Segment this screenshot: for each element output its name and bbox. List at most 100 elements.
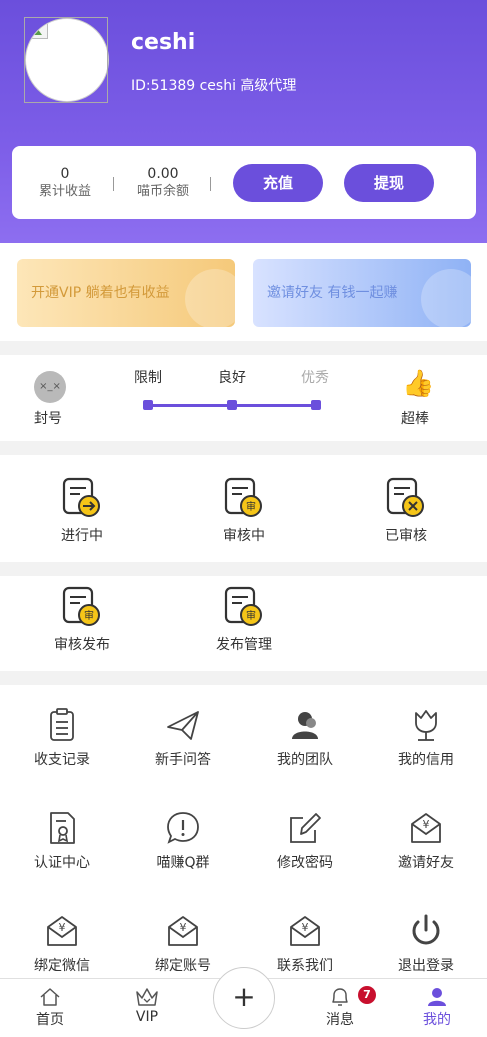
invite-banner-text: 邀请好友 有钱一起赚 bbox=[267, 285, 398, 301]
earnings-value: 0 bbox=[60, 166, 70, 182]
doc-review-icon: 审 bbox=[224, 586, 262, 626]
credit-dot bbox=[227, 400, 237, 410]
level-restricted: 限制 bbox=[134, 370, 162, 386]
tab-vip[interactable]: VIP bbox=[117, 987, 177, 1025]
tab-home-label: 首页 bbox=[36, 1012, 64, 1028]
menu-label: 邀请好友 bbox=[398, 855, 454, 871]
messages-badge: 7 bbox=[358, 986, 376, 1004]
invite-banner[interactable]: 邀请好友 有钱一起赚 bbox=[253, 259, 471, 327]
menu-verification[interactable]: 认证中心 bbox=[22, 810, 102, 872]
money-envelope-icon: ¥ bbox=[47, 916, 77, 946]
vip-banner-text: 开通VIP 躺着也有收益 bbox=[31, 285, 170, 301]
tab-me[interactable]: 我的 bbox=[407, 987, 467, 1029]
crown-icon bbox=[136, 988, 158, 1006]
menu-label: 新手问答 bbox=[155, 752, 211, 768]
balance-label: 喵币余额 bbox=[136, 184, 189, 199]
tab-me-label: 我的 bbox=[423, 1012, 451, 1028]
svg-text:审: 审 bbox=[246, 609, 256, 622]
menu-bind-account[interactable]: ¥ 绑定账号 bbox=[143, 913, 223, 975]
review-publish-label: 审核发布 bbox=[54, 637, 110, 653]
withdraw-button[interactable]: 提现 bbox=[344, 164, 434, 202]
divider bbox=[210, 177, 211, 191]
doc-review-icon: 审 bbox=[62, 586, 100, 626]
earnings-stat: 0 累计收益 bbox=[34, 166, 96, 200]
menu-label: 退出登录 bbox=[398, 958, 454, 974]
menu-grid: 收支记录 新手问答 我的团队 我的信用 认证中心 喵赚Q群 修改密码 ¥ 邀请好… bbox=[0, 685, 487, 978]
broken-image-icon bbox=[28, 21, 48, 39]
credit-dot bbox=[311, 400, 321, 410]
menu-label: 绑定账号 bbox=[155, 958, 211, 974]
menu-label: 收支记录 bbox=[34, 752, 90, 768]
recharge-button[interactable]: 充值 bbox=[233, 164, 323, 202]
menu-label: 修改密码 bbox=[277, 855, 333, 871]
menu-invite-friends[interactable]: ¥ 邀请好友 bbox=[386, 810, 466, 872]
menu-my-credit[interactable]: 我的信用 bbox=[386, 707, 466, 769]
publish-manage-label: 发布管理 bbox=[216, 637, 272, 653]
tulip-icon bbox=[415, 710, 437, 741]
svg-text:¥: ¥ bbox=[302, 921, 309, 934]
wallet-card: 0 累计收益 0.00 喵币余额 充值 提现 bbox=[12, 146, 476, 219]
task-reviewed-label: 已审核 bbox=[385, 528, 427, 544]
menu-change-password[interactable]: 修改密码 bbox=[265, 810, 345, 872]
money-envelope-icon: ¥ bbox=[168, 916, 198, 946]
user-icon bbox=[428, 988, 446, 1006]
clipboard-icon bbox=[50, 708, 74, 741]
paper-plane-icon bbox=[167, 711, 199, 740]
thumbs-up-icon: 👍 bbox=[402, 369, 435, 399]
publish-manage[interactable]: 审 发布管理 bbox=[210, 586, 278, 654]
svg-text:¥: ¥ bbox=[59, 921, 66, 934]
menu-contact-us[interactable]: ¥ 联系我们 bbox=[265, 913, 345, 975]
task-reviewing[interactable]: 审 审核中 bbox=[214, 477, 274, 545]
certificate-icon bbox=[50, 812, 75, 844]
menu-bind-wechat[interactable]: ¥ 绑定微信 bbox=[22, 913, 102, 975]
menu-label: 认证中心 bbox=[34, 855, 90, 871]
tab-vip-label: VIP bbox=[135, 1009, 159, 1025]
team-icon bbox=[292, 712, 318, 739]
task-reviewing-label: 审核中 bbox=[223, 528, 265, 544]
username: ceshi bbox=[131, 30, 196, 55]
review-publish[interactable]: 审 审核发布 bbox=[48, 586, 116, 654]
alert-bubble-icon bbox=[167, 812, 199, 844]
svg-text:审: 审 bbox=[84, 609, 94, 622]
doc-review-icon: 审 bbox=[224, 477, 262, 517]
puzzle-icon bbox=[185, 269, 235, 327]
menu-label: 我的团队 bbox=[277, 752, 333, 768]
task-reviewed[interactable]: 已审核 bbox=[376, 477, 436, 545]
level-excellent: 优秀 bbox=[301, 370, 329, 386]
doc-arrow-icon bbox=[62, 477, 100, 517]
menu-income-records[interactable]: 收支记录 bbox=[22, 707, 102, 769]
earnings-label: 累计收益 bbox=[38, 184, 91, 199]
promo-banners: 开通VIP 躺着也有收益 邀请好友 有钱一起赚 bbox=[0, 243, 487, 341]
user-id-line: ID:51389 ceshi 高级代理 bbox=[131, 78, 297, 94]
bell-icon bbox=[332, 988, 348, 1006]
menu-my-team[interactable]: 我的团队 bbox=[265, 707, 345, 769]
avatar[interactable] bbox=[25, 18, 109, 102]
tab-messages-label: 消息 bbox=[326, 1012, 354, 1028]
menu-logout[interactable]: 退出登录 bbox=[386, 913, 466, 975]
menu-label: 联系我们 bbox=[277, 958, 333, 974]
svg-text:¥: ¥ bbox=[180, 921, 187, 934]
menu-faq[interactable]: 新手问答 bbox=[143, 707, 223, 769]
menu-label: 我的信用 bbox=[398, 752, 454, 768]
doc-x-icon bbox=[386, 477, 424, 517]
great-label: 超棒 bbox=[401, 411, 429, 427]
home-icon bbox=[40, 988, 60, 1006]
tab-home[interactable]: 首页 bbox=[20, 987, 80, 1029]
credit-dot bbox=[143, 400, 153, 410]
task-status-section: 进行中 审 审核中 已审核 bbox=[0, 455, 487, 562]
add-button[interactable]: + bbox=[213, 967, 275, 1029]
menu-label: 喵赚Q群 bbox=[156, 855, 210, 871]
menu-qq-group[interactable]: 喵赚Q群 bbox=[143, 810, 223, 872]
vip-banner[interactable]: 开通VIP 躺着也有收益 bbox=[17, 259, 235, 327]
bottom-tab-bar: 首页 VIP + 消息 7 我的 bbox=[0, 967, 487, 1037]
level-good: 良好 bbox=[218, 370, 246, 386]
people-icon bbox=[421, 269, 471, 327]
edit-icon bbox=[290, 813, 321, 843]
task-in-progress[interactable]: 进行中 bbox=[52, 477, 112, 545]
money-envelope-icon: ¥ bbox=[290, 916, 320, 946]
task-in-progress-label: 进行中 bbox=[61, 528, 103, 544]
dead-face-icon: ×_× bbox=[34, 371, 66, 403]
credit-level-card: ×_× 封号 限制 良好 优秀 👍 超棒 bbox=[0, 355, 487, 441]
publish-section: 审 审核发布 审 发布管理 bbox=[0, 576, 487, 671]
svg-text:审: 审 bbox=[246, 500, 256, 513]
